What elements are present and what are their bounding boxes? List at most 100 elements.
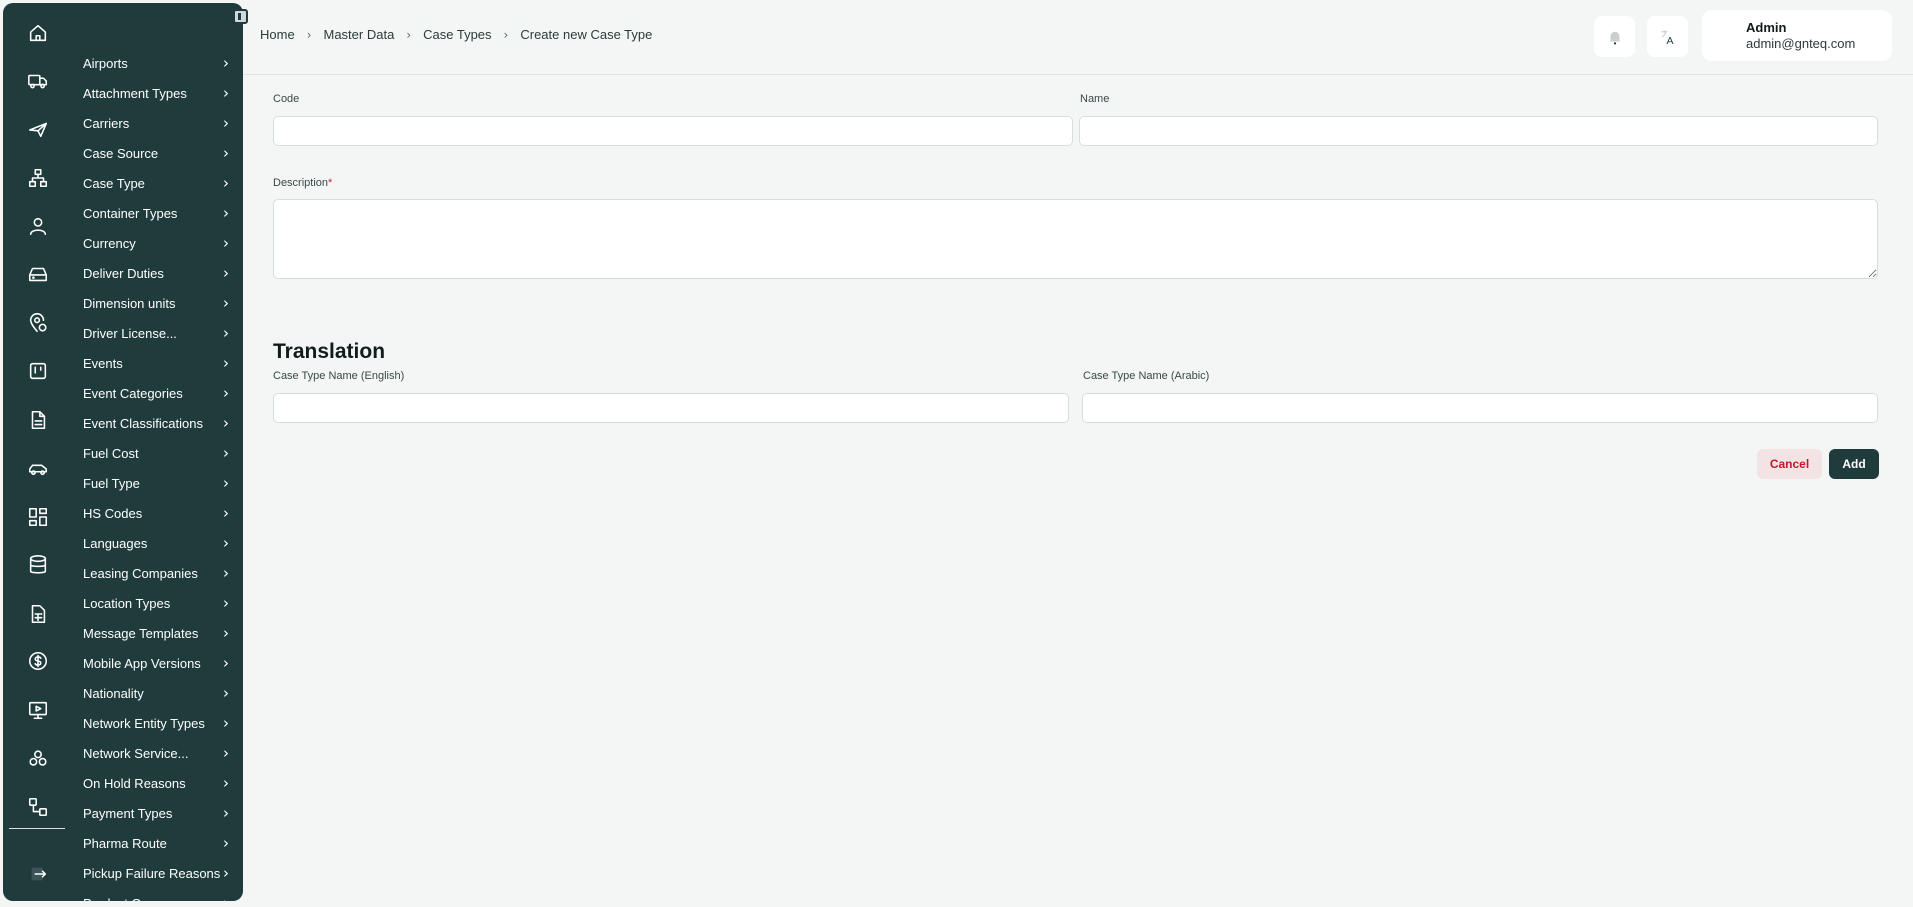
chevron-right-icon: › — [223, 414, 229, 432]
chevron-right-icon: › — [223, 864, 229, 882]
hard-drive-icon[interactable] — [23, 259, 53, 289]
database-icon[interactable] — [23, 550, 53, 580]
sidebar-item-label: Product Groups — [83, 896, 174, 902]
sidebar-item[interactable]: Fuel Type › — [83, 468, 241, 498]
workflow-icon[interactable] — [23, 792, 53, 822]
sidebar-item[interactable]: Languages › — [83, 528, 241, 558]
spreadsheet-icon[interactable] — [23, 599, 53, 629]
dollar-icon[interactable] — [23, 646, 53, 676]
chevron-right-icon: › — [223, 504, 229, 522]
sidebar-item[interactable]: Carriers › — [83, 108, 241, 138]
breadcrumb-chevron-icon: › — [406, 27, 412, 42]
sidebar-item-label: Network Entity Types — [83, 715, 205, 731]
sidebar-item-label: Container Types — [83, 205, 178, 221]
breadcrumb-home[interactable]: Home — [260, 27, 295, 42]
add-button[interactable]: Add — [1829, 449, 1879, 479]
notifications-button[interactable] — [1594, 16, 1635, 57]
user-email: admin@gnteq.com — [1746, 36, 1856, 51]
translate-icon: A — [1660, 29, 1673, 46]
chevron-right-icon: › — [223, 624, 229, 642]
case-type-name-english-input[interactable] — [273, 393, 1069, 423]
sidebar-item-label: Pharma Route — [83, 835, 167, 851]
sidebar-item-label: Case Type — [83, 175, 145, 191]
breadcrumb-chevron-icon: › — [306, 27, 312, 42]
user-icon[interactable] — [23, 211, 53, 241]
language-button[interactable]: A — [1647, 16, 1688, 57]
sidebar-item[interactable]: Mobile App Versions › — [83, 648, 241, 678]
chevron-right-icon: › — [223, 384, 229, 402]
board-icon[interactable] — [23, 356, 53, 386]
user-name: Admin — [1746, 20, 1787, 35]
sidebar-item[interactable]: Events › — [83, 348, 241, 378]
sidebar-item[interactable]: Fuel Cost › — [83, 438, 241, 468]
sidebar-item[interactable]: Pickup Failure Reasons › — [83, 858, 241, 888]
sidebar-item[interactable]: Pharma Route › — [83, 828, 241, 858]
sidebar-item[interactable]: Container Types › — [83, 198, 241, 228]
sidebar-item[interactable]: Attachment Types › — [83, 78, 241, 108]
sidebar: Airports › Attachment Types › Carriers › Case … — [3, 3, 243, 901]
name-input[interactable] — [1079, 116, 1878, 146]
sidebar-item[interactable]: Message Templates › — [83, 618, 241, 648]
sidebar-item[interactable]: Location Types › — [83, 588, 241, 618]
case-type-name-arabic-input[interactable] — [1082, 393, 1878, 423]
car-icon[interactable] — [23, 454, 53, 484]
chevron-right-icon: › — [223, 114, 229, 132]
breadcrumb-case-types[interactable]: Case Types — [423, 27, 491, 42]
monitor-play-icon[interactable] — [23, 695, 53, 725]
sidebar-item[interactable]: Network Service... › — [83, 738, 241, 768]
home-icon[interactable] — [23, 18, 53, 48]
breadcrumb: Home › Master Data › Case Types › Create… — [260, 27, 652, 42]
cancel-button[interactable]: Cancel — [1757, 449, 1822, 479]
sidebar-item[interactable]: Airports › — [83, 48, 241, 78]
sidebar-item[interactable]: Driver License... › — [83, 318, 241, 348]
chevron-right-icon: › — [223, 744, 229, 762]
sidebar-item[interactable]: Dimension units › — [83, 288, 241, 318]
sidebar-item-label: Event Classifications — [83, 415, 203, 431]
chevron-right-icon: › — [223, 564, 229, 582]
code-input[interactable] — [273, 116, 1073, 146]
chevron-right-icon: › — [223, 84, 229, 102]
sidebar-item-label: Network Service... — [83, 745, 189, 761]
chevron-right-icon: › — [223, 54, 229, 72]
map-pin-icon[interactable] — [23, 308, 53, 338]
sidebar-item-label: Leasing Companies — [83, 565, 198, 581]
sidebar-item-label: Pickup Failure Reasons — [83, 865, 221, 881]
sidebar-item[interactable]: Case Source › — [83, 138, 241, 168]
document-icon[interactable] — [23, 405, 53, 435]
breadcrumb-master-data[interactable]: Master Data — [324, 27, 395, 42]
sidebar-item-label: Dimension units — [83, 295, 176, 311]
truck-icon[interactable] — [23, 66, 53, 96]
plane-icon[interactable] — [23, 114, 53, 144]
sidebar-item-label: Driver License... — [83, 325, 177, 341]
translation-title: Translation — [273, 340, 386, 363]
chevron-right-icon: › — [223, 714, 229, 732]
sidebar-item[interactable]: On Hold Reasons › — [83, 768, 241, 798]
dashboard-icon[interactable] — [23, 502, 53, 532]
sidebar-item[interactable]: Product Groups › — [83, 888, 241, 901]
sidebar-collapse-icon[interactable] — [233, 9, 248, 24]
sidebar-item[interactable]: Network Entity Types › — [83, 708, 241, 738]
bell-icon — [1609, 31, 1620, 44]
name-label: Name — [1080, 93, 1110, 105]
sidebar-item[interactable]: Currency › — [83, 228, 241, 258]
sidebar-item-label: HS Codes — [83, 505, 143, 521]
sidebar-item[interactable]: HS Codes › — [83, 498, 241, 528]
chevron-right-icon: › — [223, 444, 229, 462]
case-type-name-arabic-label: Case Type Name (Arabic) — [1083, 370, 1210, 382]
logout-icon[interactable] — [23, 859, 53, 889]
sidebar-item[interactable]: Case Type › — [83, 168, 241, 198]
description-textarea[interactable] — [273, 199, 1878, 279]
sidebar-item[interactable]: Payment Types › — [83, 798, 241, 828]
network-icon[interactable] — [23, 163, 53, 193]
sidebar-item[interactable]: Event Categories › — [83, 378, 241, 408]
user-profile[interactable]: Admin admin@gnteq.com — [1702, 10, 1892, 61]
sidebar-item[interactable]: Deliver Duties › — [83, 258, 241, 288]
boxes-icon[interactable] — [23, 744, 53, 774]
rail-divider — [9, 828, 65, 829]
description-label-text: Description — [273, 177, 329, 189]
sidebar-item[interactable]: Nationality › — [83, 678, 241, 708]
sidebar-item[interactable]: Event Classifications › — [83, 408, 241, 438]
sidebar-item[interactable]: Leasing Companies › — [83, 558, 241, 588]
sidebar-item-label: Attachment Types — [83, 85, 187, 101]
chevron-right-icon: › — [223, 684, 229, 702]
